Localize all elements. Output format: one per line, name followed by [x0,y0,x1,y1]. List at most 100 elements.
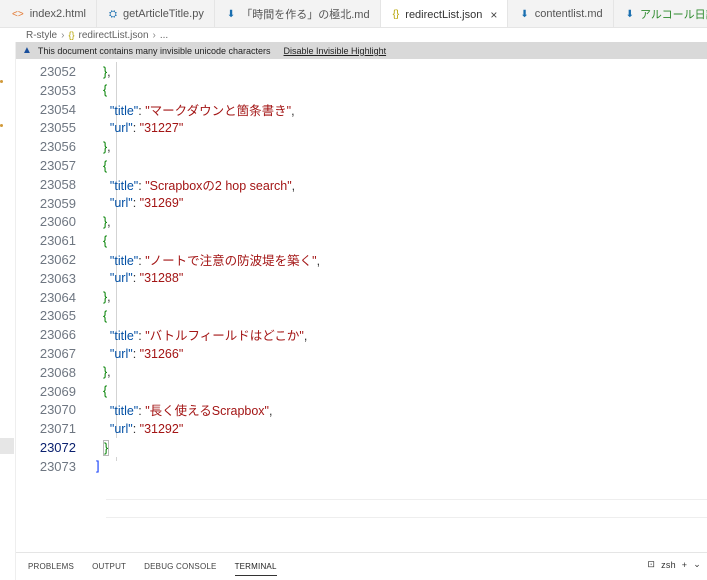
code-line[interactable]: 23059 "url": "31269" [16,194,707,213]
line-number: 23060 [39,214,76,230]
token-punc: : [132,120,140,135]
code-line[interactable]: 23072 } [16,438,707,457]
code-text: { [76,234,107,248]
breadcrumb-file[interactable]: redirectList.json [78,30,148,41]
panel-tab-problems[interactable]: PROBLEMS [28,558,74,575]
code-line[interactable]: 23056 }, [16,137,707,156]
close-icon[interactable]: × [490,8,497,22]
line-number: 23065 [39,308,76,324]
code-text: { [76,83,107,97]
code-text: "url": "31266" [76,347,183,361]
code-line[interactable]: 23067 "url": "31266" [16,344,707,363]
code-line[interactable]: 23055 "url": "31227" [16,118,707,137]
code-line[interactable]: 23071 "url": "31292" [16,419,707,438]
tab-index2-html[interactable]: <> index2.html [0,0,97,27]
code-line[interactable]: 23062 "title": "ノートで注意の防波堤を築く", [16,250,707,269]
terminal-controls: ⊡ zsh + ⌄ [641,559,701,570]
code-line[interactable]: 23070 "title": "長く使えるScrapbox", [16,400,707,419]
code-line[interactable]: 23063 "url": "31288" [16,269,707,288]
code-line[interactable]: 23052 }, [16,62,707,81]
line-number: 23057 [39,158,76,173]
breadcrumb-folder[interactable]: R-style [26,30,57,41]
code-line[interactable]: 23064 }, [16,288,707,307]
token-punc: , [291,178,296,193]
code-text: "title": "長く使えるScrapbox", [76,400,273,419]
warning-triangle-icon: ▲ [22,45,32,56]
tab-md[interactable]: ⬇アルコール日記.mdU [614,0,707,27]
tab-md[interactable]: ⬇ 「時間を作る」の極北.md [215,0,381,27]
panel-tab-debug-console[interactable]: DEBUG CONSOLE [144,558,216,575]
token-punc: : [132,421,140,436]
token-punc: : [132,271,140,286]
new-terminal-button[interactable]: + [682,560,687,570]
code-line[interactable]: 23058 "title": "Scrapboxの2 hop search", [16,175,707,194]
token-str: "長く使えるScrapbox" [145,404,269,419]
line-number: 23056 [39,139,76,155]
code-line[interactable]: 23057 { [16,156,707,175]
terminal-shell-name[interactable]: zsh [661,560,676,570]
code-text: "title": "マークダウンと箇条書き", [76,100,295,119]
token-punc: , [107,290,111,305]
chevron-down-icon[interactable]: ⌄ [693,559,701,570]
code-line[interactable]: 23069 { [16,382,707,401]
tab-label: getArticleTitle.py [122,8,204,20]
disable-invisible-highlight-link[interactable]: Disable Invisible Highlight [284,46,387,56]
banner-message: This document contains many invisible un… [37,45,271,56]
token-str: "31227" [139,120,184,135]
code-line[interactable]: 23073] [16,457,707,476]
modified-dot-icon [0,124,3,127]
line-number: 23069 [39,383,76,399]
token-str: "バトルフィールドはどこか" [145,329,304,344]
html-icon: <> [12,8,24,20]
line-number: 23067 [39,346,76,361]
code-line[interactable]: 23066 "title": "バトルフィールドはどこか", [16,325,707,344]
token-punc: , [269,404,273,419]
markdown-icon: ⬇ [520,8,529,20]
code-editor[interactable]: 23052 }, 23053 {23054 "title": "マークダウンと箇条… [16,62,707,552]
code-line[interactable]: 23060 }, [16,212,707,231]
token-brace: { [102,384,108,399]
code-text: ] [76,459,99,473]
current-line-highlight [106,499,707,518]
code-line[interactable]: 23065 { [16,306,707,325]
code-line[interactable]: 23061 { [16,231,707,250]
token-str: "31292" [139,421,184,436]
code-line[interactable]: 23053 { [16,81,707,100]
tab-contentlist-md[interactable]: ⬇ contentlist.md [508,0,614,27]
tab-label: redirectList.json [405,8,483,21]
tab-getarticletitle-py[interactable]: ⛭ getArticleTitle.py [97,0,215,27]
code-line[interactable]: 23068 }, [16,363,707,382]
token-str: "31266" [139,346,184,361]
panel-tab-terminal[interactable]: TERMINAL [234,558,277,576]
line-number: 23066 [39,327,76,343]
chevron-right-icon: › [61,29,65,41]
code-line[interactable]: 23054 "title": "マークダウンと箇条書き", [16,100,707,119]
modified-dot-icon [0,80,3,83]
line-number: 23063 [39,270,76,286]
tab-label: index2.html [29,8,86,20]
token-punc: , [107,139,111,154]
tab-redirectlist-json[interactable]: {} redirectList.json × [380,0,509,27]
token-brace: { [102,83,108,98]
code-text: { [76,384,107,398]
terminal-icon[interactable]: ⊡ [647,559,655,570]
code-text: }, [76,290,111,304]
token-punc: , [316,254,321,268]
token-key: "title" [109,254,139,268]
breadcrumb-more[interactable]: ... [160,30,168,41]
code-text: }, [76,215,111,229]
selection-marker [0,438,14,454]
panel-tab-output[interactable]: OUTPUT [92,558,126,575]
activity-strip [0,42,16,580]
